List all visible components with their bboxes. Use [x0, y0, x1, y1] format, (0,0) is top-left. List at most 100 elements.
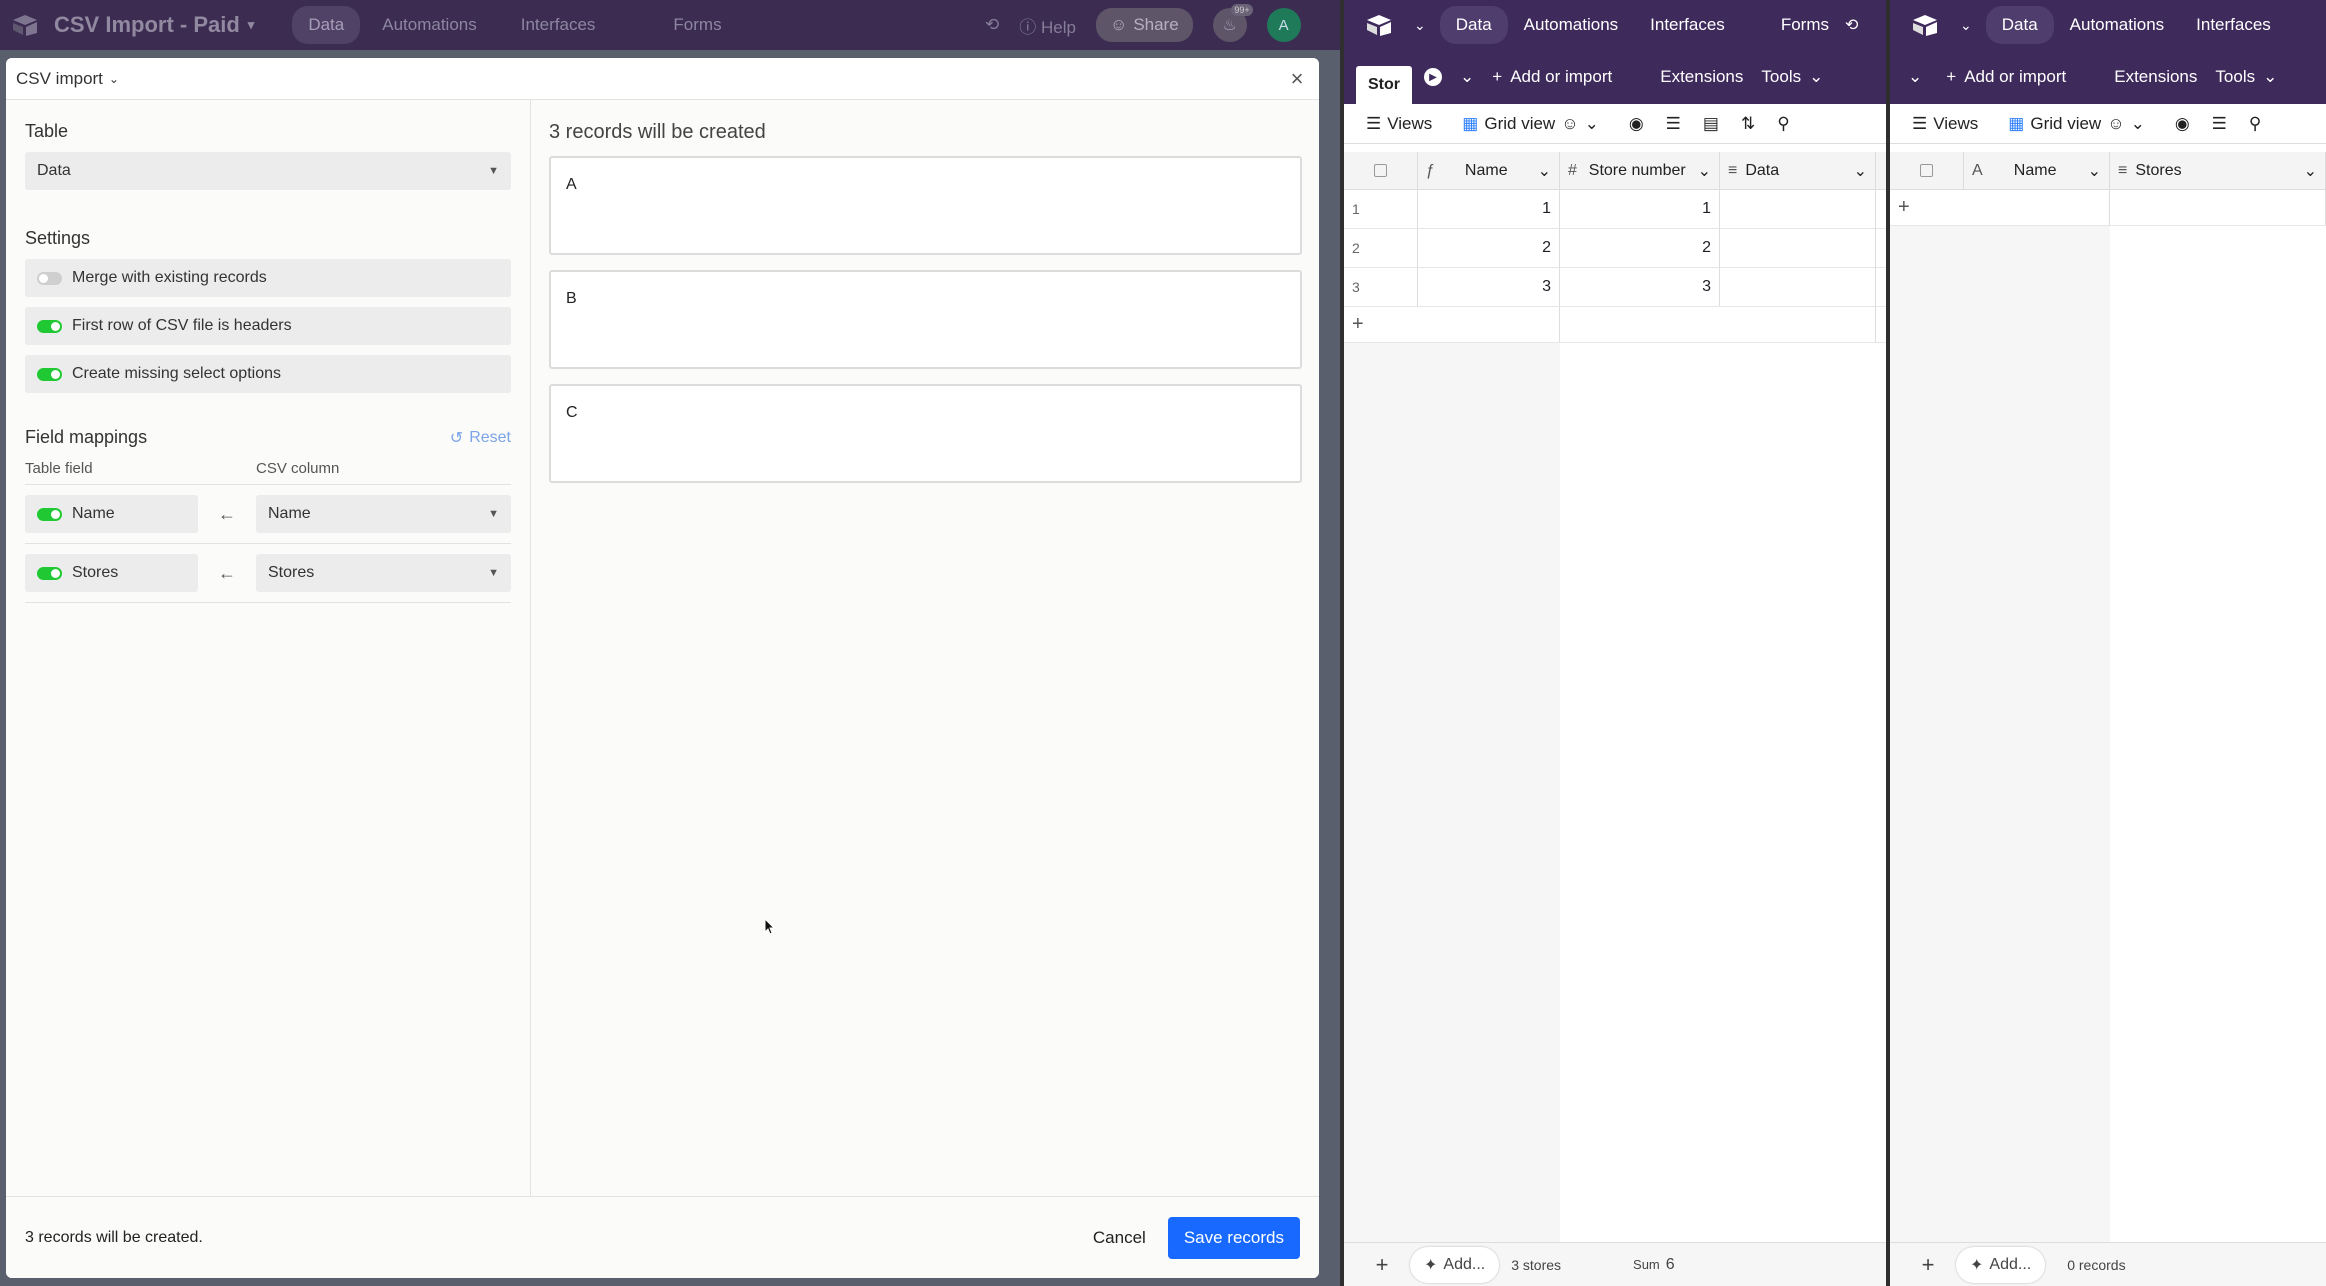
plus-icon[interactable]: + [1344, 307, 1560, 342]
airtable-logo-icon[interactable] [1910, 12, 1940, 38]
csv-column-select[interactable]: Name ▼ [256, 495, 511, 533]
search-icon[interactable]: ⚲ [1777, 114, 1789, 134]
headers-toggle[interactable] [37, 319, 62, 333]
column-header-stores[interactable]: ≡ Stores ⌄ [2110, 152, 2326, 189]
nav-automations[interactable]: Automations [2054, 6, 2181, 44]
add-or-import-button[interactable]: + Add or import [1492, 67, 1612, 87]
search-icon[interactable]: ⚲ [2249, 114, 2261, 134]
add-row[interactable]: + [1344, 307, 1886, 343]
add-record-icon[interactable]: + [1364, 1247, 1400, 1283]
views-button[interactable]: ☰ Views [1912, 114, 1978, 134]
filter-icon[interactable]: ☰ [1666, 114, 1681, 134]
dialog-title-dropdown[interactable]: CSV import ⌄ [16, 69, 119, 89]
history-icon[interactable]: ⟲ [1845, 15, 1858, 35]
mapping-field-stores[interactable]: Stores [25, 554, 198, 592]
filter-icon[interactable]: ☰ [2212, 114, 2227, 134]
row-number: 1 [1344, 190, 1418, 228]
avatar[interactable]: A [1266, 8, 1301, 42]
add-record-icon[interactable]: + [1910, 1247, 1946, 1283]
select-options-toggle[interactable] [37, 367, 62, 381]
merge-toggle[interactable] [37, 271, 62, 285]
notifications-button[interactable]: ♨ 99+ [1212, 4, 1253, 42]
tables-dropdown-icon[interactable]: ⌄ [1908, 67, 1922, 87]
add-or-import-button[interactable]: + Add or import [1946, 67, 2066, 87]
setting-create-select-options[interactable]: Create missing select options [25, 355, 511, 393]
nav-forms[interactable]: Forms [657, 6, 737, 44]
group-icon[interactable]: ▤ [1703, 114, 1719, 134]
tab-menu-icon[interactable]: ▶ [1424, 68, 1442, 86]
cell-name[interactable]: 3 [1418, 268, 1560, 306]
tools-button[interactable]: Tools ⌄ [2215, 67, 2277, 87]
cell-data[interactable] [1720, 190, 1876, 228]
column-header-name[interactable]: A Name ⌄ [1964, 152, 2110, 189]
save-records-button[interactable]: Save records [1167, 1216, 1300, 1259]
column-header-name[interactable]: ƒ Name ⌄ [1418, 152, 1560, 189]
mapping-field-name[interactable]: Name [25, 495, 198, 533]
nav-interfaces[interactable]: Interfaces [1634, 6, 1741, 44]
nav-data[interactable]: Data [1985, 6, 2054, 44]
record-card[interactable]: C [549, 384, 1302, 483]
cell-name[interactable]: 2 [1418, 229, 1560, 267]
extensions-button[interactable]: Extensions [1660, 67, 1743, 87]
chevron-down-icon[interactable]: ⌄ [1960, 17, 1972, 34]
cell-data[interactable] [1720, 268, 1876, 306]
extensions-button[interactable]: Extensions [2114, 67, 2197, 87]
views-button[interactable]: ☰ Views [1366, 114, 1432, 134]
history-icon[interactable]: ⟲ [985, 15, 999, 35]
column-label: Stores [2135, 161, 2182, 179]
chevron-down-icon[interactable]: ⌄ [1414, 17, 1426, 34]
tables-dropdown-icon[interactable]: ⌄ [1460, 67, 1474, 87]
table-row[interactable]: 2 2 2 [1344, 229, 1886, 268]
table-row[interactable]: 1 1 1 [1344, 190, 1886, 229]
plus-icon[interactable]: + [1890, 190, 2110, 225]
column-header-store-number[interactable]: # Store number ⌄ [1560, 152, 1720, 189]
column-label: Store number [1588, 161, 1686, 179]
select-all-checkbox[interactable] [1890, 152, 1964, 189]
mapping-toggle[interactable] [37, 507, 62, 521]
views-label: Views [1933, 113, 1979, 133]
record-card[interactable]: A [549, 156, 1302, 255]
tools-button[interactable]: Tools ⌄ [1761, 67, 1823, 87]
right-grid: A Name ⌄ ≡ Stores ⌄ + [1890, 152, 2326, 226]
setting-first-row-headers[interactable]: First row of CSV file is headers [25, 307, 511, 345]
record-count: 0 records [2067, 1256, 2126, 1273]
share-button[interactable]: ☺ Share [1095, 8, 1193, 42]
nav-automations[interactable]: Automations [1508, 6, 1635, 44]
nav-interfaces[interactable]: Interfaces [2180, 6, 2287, 44]
table-row[interactable]: 3 3 3 [1344, 268, 1886, 307]
nav-data[interactable]: Data [1439, 6, 1508, 44]
sort-icon[interactable]: ⇅ [1741, 114, 1755, 134]
mapping-toggle[interactable] [37, 566, 62, 580]
nav-data[interactable]: Data [292, 6, 361, 44]
nav-interfaces[interactable]: Interfaces [505, 6, 612, 44]
airtable-logo-icon[interactable] [10, 12, 40, 38]
cell-store-number[interactable]: 3 [1560, 268, 1720, 306]
footer-summary: 3 records will be created. [25, 1228, 203, 1246]
csv-column-select[interactable]: Stores ▼ [256, 554, 511, 592]
column-header-data[interactable]: ≡ Data ⌄ [1720, 152, 1876, 189]
add-button[interactable]: ✦ Add... [1410, 1246, 1500, 1283]
cell-name[interactable]: 1 [1418, 190, 1560, 228]
reset-button[interactable]: ↺ Reset [450, 428, 511, 448]
hide-fields-icon[interactable]: ◉ [1629, 114, 1644, 134]
add-button[interactable]: ✦ Add... [1956, 1246, 2046, 1283]
add-row[interactable]: + [1890, 190, 2326, 226]
grid-view-button[interactable]: ▦ Grid view ☺ ⌄ [1462, 114, 1599, 134]
setting-merge[interactable]: Merge with existing records [25, 259, 511, 297]
hide-fields-icon[interactable]: ◉ [2175, 114, 2190, 134]
close-icon[interactable]: × [1285, 66, 1309, 92]
base-title[interactable]: CSV Import - Paid ▾ [54, 12, 254, 38]
nav-forms[interactable]: Forms [1765, 6, 1845, 44]
cancel-button[interactable]: Cancel [1093, 1228, 1146, 1248]
select-all-checkbox[interactable] [1344, 152, 1418, 189]
nav-automations[interactable]: Automations [366, 6, 493, 44]
table-select[interactable]: Data ▼ [25, 152, 511, 190]
help-button[interactable]: ⓘ Help [1019, 13, 1076, 38]
tab-stores[interactable]: Stor [1356, 66, 1412, 104]
record-card[interactable]: B [549, 270, 1302, 369]
cell-store-number[interactable]: 2 [1560, 229, 1720, 267]
cell-store-number[interactable]: 1 [1560, 190, 1720, 228]
grid-view-button[interactable]: ▦ Grid view ☺ ⌄ [2008, 114, 2145, 134]
airtable-logo-icon[interactable] [1364, 12, 1394, 38]
cell-data[interactable] [1720, 229, 1876, 267]
